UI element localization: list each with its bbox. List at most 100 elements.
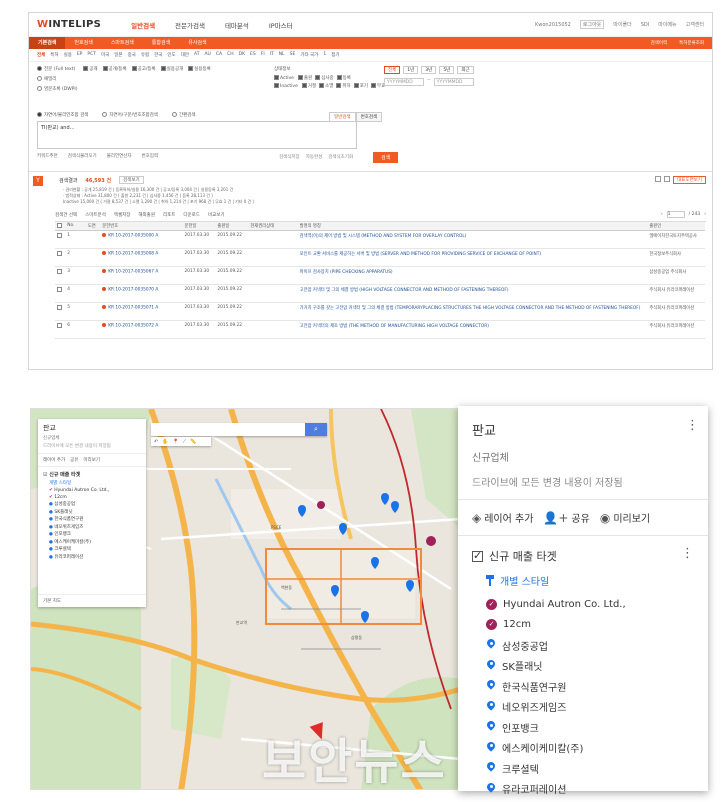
zoom-layer-item[interactable]: 인포뱅크 [486,717,694,738]
row-title[interactable]: 고전압 커넥터의 제조 방법 (THE METHOD OF MANUFACTUR… [297,320,648,339]
search-history-link[interactable]: 검색이력 [651,40,668,46]
row-doc-number[interactable]: KR 10-2017-0035070 A [100,284,183,303]
table-row[interactable]: 2 KR 10-2017-0035008 A 2017.03.30 2015.09.2… [55,248,705,267]
country-filter[interactable]: CH [227,52,234,58]
country-filter[interactable]: NL [279,52,285,58]
zoom-add-layer-button[interactable]: ◈ 레이어 추가 [472,510,533,525]
next-page-icon[interactable]: › [704,212,706,217]
row-title[interactable]: 파이프 검사장치 (PIPE CHECKING APPARATUS) [297,266,648,285]
date-range-button[interactable]: 1년 [403,66,419,74]
row-title[interactable]: 고전압 커넥터 및 그의 체결 방법 (HIGH VOLTAGE CONNECT… [297,284,648,303]
layer-item[interactable]: ● 유라코퍼레이션 [49,554,141,560]
status-row-label[interactable]: Inactive [274,83,298,89]
list-view-icon[interactable] [655,176,662,182]
status-checkbox[interactable]: 소멸 [319,83,333,89]
pdf-icon[interactable] [102,250,107,255]
pdf-icon[interactable] [102,304,107,309]
search-footer-link[interactable]: 번호입력 [142,153,159,159]
zoom-preview-button[interactable]: ◉ 미리보기 [600,510,650,525]
map-title[interactable]: 판교 [43,423,141,433]
row-doc-number[interactable]: KR 10-2017-0035072 A [100,320,183,339]
result-action-button[interactable]: 엑셀저장 [114,212,131,218]
layer-style-link[interactable]: 개별 스타일 [49,480,141,486]
map-tool-icon[interactable]: 📍 [172,439,178,445]
result-action-button[interactable]: 스마트분석 [85,212,106,218]
search-extra-option[interactable]: 검색식초기화 [328,154,353,160]
result-action-button[interactable]: 해외출원 [138,212,155,218]
country-filter[interactable]: 한국 [154,52,162,58]
wintelips-logo[interactable]: WINTELIPS [37,19,101,30]
nav-expert-search[interactable]: 전문가검색 [175,20,205,30]
table-row[interactable]: 1 KR 10-2017-0035000 A 2017.03.30 2015.09.2… [55,230,705,249]
country-filter[interactable]: FI [261,52,265,58]
country-filter[interactable]: 일본 [114,52,122,58]
row-drawing[interactable] [85,248,101,267]
row-checkbox[interactable] [55,320,66,339]
status-row-label[interactable]: Active [274,75,294,81]
column-header[interactable]: 출원일 [215,222,249,231]
status-checkbox[interactable]: 취하 [336,83,351,89]
status-checkbox[interactable]: 거절 [301,83,316,89]
doc-type-checkbox[interactable]: 실용공개 [160,66,183,72]
row-drawing[interactable] [85,230,101,249]
country-filter[interactable]: 특허 [50,52,58,58]
row-title[interactable]: 검색역(이)의 제어 방법 및 시스템 (METHOD AND SYSTEM F… [297,230,648,249]
pdf-icon[interactable] [102,322,107,327]
search-mode-radio[interactable]: 자연어/불리언조합 검색 [37,112,88,118]
country-filter[interactable]: 전체 [37,52,45,58]
row-doc-number[interactable]: KR 10-2017-0035071 A [100,302,183,321]
row-doc-number[interactable]: KR 10-2017-0035067 A [100,266,183,285]
row-doc-number[interactable]: KR 10-2017-0035000 A [100,230,183,249]
country-filter[interactable]: 대만 [181,52,189,58]
date-range-button[interactable]: 전체 [384,66,401,74]
date-to-input[interactable]: YYYYMMDD [433,78,474,86]
pdf-icon[interactable] [102,286,107,291]
row-doc-number[interactable]: KR 10-2017-0035008 A [100,248,183,267]
row-drawing[interactable] [85,266,101,285]
result-action-button[interactable]: 검색건 선택 [55,212,77,218]
zoom-layer-item[interactable]: 네오위즈게임즈 [486,697,694,718]
date-from-input[interactable]: YYYYMMDD [384,78,424,86]
map-search-input[interactable]: ⌕ [151,423,327,436]
zoom-layer-item[interactable]: 에스케이케미칼(주) [486,738,694,759]
result-view-button[interactable]: 검색보기 [119,176,144,184]
country-filter[interactable]: 유럽 [141,52,149,58]
zoom-layer-item[interactable]: 유라코퍼레이션 [486,779,694,800]
doc-type-checkbox[interactable]: 공고/등록 [131,66,156,72]
country-filter[interactable]: 중국 [128,52,136,58]
column-header[interactable]: 도면 [85,222,101,231]
table-row[interactable]: 5 KR 10-2017-0035071 A 2017.03.30 2015.09.2… [55,302,705,321]
date-range-button[interactable]: 최근 [457,66,474,74]
search-mode-radio[interactable]: 간편검색 [171,112,196,118]
country-filter[interactable]: CA [216,52,222,58]
layer-more-icon[interactable]: ⋮ [681,546,694,561]
my-menu-link[interactable]: 마이메뉴 [658,21,676,28]
result-action-button[interactable]: 리포트 [163,212,175,218]
my-folder-link[interactable]: 마이폴더 [613,21,631,28]
row-checkbox[interactable] [55,266,66,285]
status-checkbox[interactable]: 등록 [336,75,351,81]
layer-item[interactable]: ● 크루셜텍 [49,546,141,552]
layer-item[interactable]: ● SK플래닛 [49,509,141,515]
date-range-button[interactable]: 5년 [439,66,455,74]
country-filter[interactable]: 인도 [167,52,175,58]
country-filter[interactable]: AT [194,52,199,58]
country-filter[interactable]: EP [77,52,83,58]
sdi-link[interactable]: SDI [641,22,650,28]
tab-similar-search[interactable]: 유사검색 [179,37,215,49]
pdf-icon[interactable] [102,232,107,237]
country-filter[interactable]: 실용 [64,52,72,58]
nav-ip-master[interactable]: IP마스터 [269,20,293,30]
zoom-share-button[interactable]: 👤+ 공유 [543,510,589,525]
filter-icon[interactable]: Y [33,176,43,186]
row-checkbox[interactable] [55,230,66,249]
share-button[interactable]: 공유 [70,457,78,463]
date-range-button[interactable]: 3년 [421,66,437,74]
query-input[interactable]: TI(판교) and… [37,121,357,149]
row-drawing[interactable] [85,284,101,303]
result-action-button[interactable]: 비교보기 [208,212,225,218]
row-drawing[interactable] [85,320,101,339]
layer-item[interactable]: ✔ Hyundai Autron Co. Ltd., [49,488,141,493]
row-checkbox[interactable] [55,248,66,267]
prev-page-icon[interactable]: ‹ [661,212,663,217]
